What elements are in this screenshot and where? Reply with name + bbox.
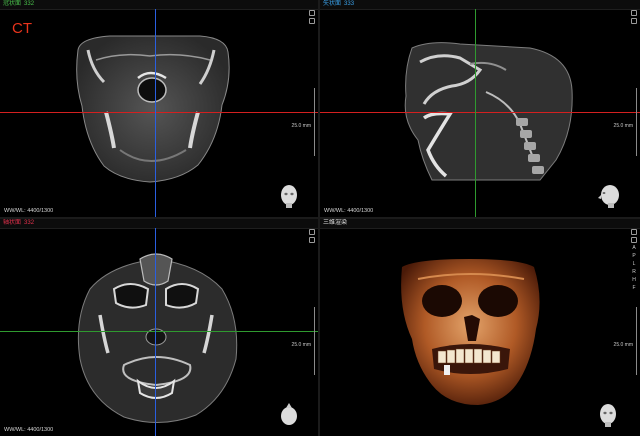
scale-bar xyxy=(634,88,637,156)
ct-viewer: 冠状面 332 CT 25.0 mm WW/WL: 4400/1300 矢状面 … xyxy=(0,0,640,436)
orientation-button-A[interactable]: A xyxy=(632,245,635,251)
orientation-button-F[interactable]: F xyxy=(632,285,635,291)
scale-label: 25.0 mm xyxy=(613,342,633,348)
skull-3d-render xyxy=(401,259,540,405)
crosshair-vertical[interactable] xyxy=(155,228,156,436)
window-level-text: WW/WL: 4400/1300 xyxy=(324,208,374,214)
pane-toolbar xyxy=(630,10,638,24)
volume-render-pane[interactable]: 三维渲染 A P L R H F 25.0 mm xyxy=(320,219,640,436)
settings-icon[interactable] xyxy=(309,237,315,243)
head-orientation-icon[interactable] xyxy=(597,402,619,428)
crosshair-horizontal[interactable] xyxy=(0,112,318,113)
scale-label: 25.0 mm xyxy=(613,123,633,129)
scale-bar xyxy=(312,88,315,156)
settings-icon[interactable] xyxy=(309,18,315,24)
scale-bar xyxy=(634,307,637,375)
head-orientation-icon[interactable] xyxy=(597,183,621,209)
window-level-text: WW/WL: 4400/1300 xyxy=(4,208,54,214)
pane-toolbar xyxy=(308,229,316,243)
scale-label: 25.0 mm xyxy=(291,123,311,129)
mode-label: CT xyxy=(12,20,32,37)
orientation-button-R[interactable]: R xyxy=(632,269,636,275)
camera-icon[interactable] xyxy=(631,229,637,235)
axial-pane[interactable]: 轴状面 332 25.0 mm WW/WL: 4400/1300 xyxy=(0,219,318,436)
camera-icon[interactable] xyxy=(309,229,315,235)
orientation-button-H[interactable]: H xyxy=(632,277,636,283)
camera-icon[interactable] xyxy=(631,10,637,16)
settings-icon[interactable] xyxy=(631,18,637,24)
pane-toolbar: A P L R H F xyxy=(630,229,638,291)
coronal-image xyxy=(76,35,230,183)
axial-image xyxy=(77,253,238,424)
scale-label: 25.0 mm xyxy=(291,342,311,348)
settings-icon[interactable] xyxy=(631,237,637,243)
head-orientation-icon[interactable] xyxy=(278,402,300,428)
scale-bar xyxy=(312,307,315,375)
camera-icon[interactable] xyxy=(309,10,315,16)
crosshair-horizontal[interactable] xyxy=(0,331,318,332)
crosshair-horizontal[interactable] xyxy=(320,112,640,113)
pane-toolbar xyxy=(308,10,316,24)
head-orientation-icon[interactable] xyxy=(278,183,300,209)
window-level-text: WW/WL: 4400/1300 xyxy=(4,427,54,433)
coronal-pane[interactable]: 冠状面 332 CT 25.0 mm WW/WL: 4400/1300 xyxy=(0,0,318,217)
crosshair-vertical[interactable] xyxy=(155,9,156,217)
orientation-button-P[interactable]: P xyxy=(632,253,635,259)
crosshair-vertical[interactable] xyxy=(475,9,476,217)
orientation-button-L[interactable]: L xyxy=(633,261,636,267)
sagittal-pane[interactable]: 矢状面 333 25.0 mm WW/WL: 4400/1300 xyxy=(320,0,640,217)
sagittal-image xyxy=(404,42,573,181)
